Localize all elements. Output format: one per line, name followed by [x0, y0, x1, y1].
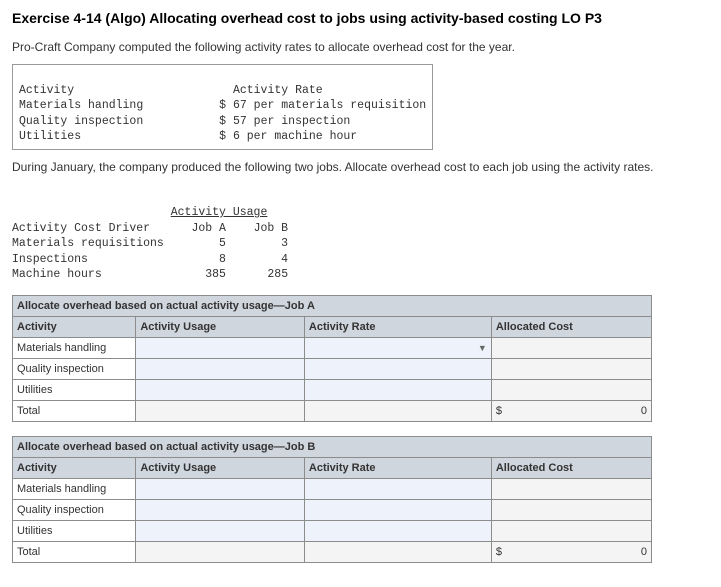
usage-input[interactable] [136, 478, 305, 499]
activity-rate-table: Activity Activity Rate Materials handlin… [12, 64, 433, 150]
ws-header-activity: Activity [13, 457, 136, 478]
worksheet-job-b: Allocate overhead based on actual activi… [12, 436, 652, 563]
ws-header-cost: Allocated Cost [491, 457, 651, 478]
ws-header-rate: Activity Rate [304, 457, 491, 478]
ws-header-rate: Activity Rate [304, 316, 491, 337]
usage-header-jobb: Job B [254, 222, 289, 235]
mid-text: During January, the company produced the… [12, 160, 709, 174]
usage-row-a: 8 [219, 253, 226, 266]
usage-row-driver: Machine hours [12, 268, 102, 281]
usage-input[interactable] [136, 499, 305, 520]
locked-cell [304, 541, 491, 562]
usage-input[interactable] [136, 379, 305, 400]
rate-row-rate: $ 57 per inspection [219, 115, 350, 128]
ws-header-usage: Activity Usage [136, 316, 305, 337]
usage-input[interactable] [136, 358, 305, 379]
ws-row-label: Total [13, 400, 136, 421]
ws-header-cost: Allocated Cost [491, 316, 651, 337]
cost-cell [491, 478, 651, 499]
usage-row-driver: Inspections [12, 253, 88, 266]
cost-cell [491, 520, 651, 541]
locked-cell [136, 400, 305, 421]
usage-input[interactable] [136, 337, 305, 358]
ws-row-label: Quality inspection [13, 358, 136, 379]
ws-row-label: Materials handling [13, 478, 136, 499]
currency-symbol: $ [496, 405, 502, 417]
usage-group-header: Activity Usage [171, 206, 268, 219]
usage-row-b: 285 [267, 268, 288, 281]
rate-input[interactable]: ▼ [304, 337, 491, 358]
rate-row-name: Utilities [19, 130, 81, 143]
cost-cell [491, 499, 651, 520]
chevron-down-icon[interactable]: ▼ [478, 343, 487, 353]
rate-input[interactable] [304, 478, 491, 499]
activity-usage-table: Activity Usage Activity Cost Driver Job … [12, 190, 288, 283]
ws-b-title: Allocate overhead based on actual activi… [13, 436, 652, 457]
worksheet-job-a: Allocate overhead based on actual activi… [12, 295, 652, 422]
rate-row-rate: $ 67 per materials requisition [219, 99, 426, 112]
rate-input[interactable] [304, 520, 491, 541]
intro-text: Pro-Craft Company computed the following… [12, 40, 709, 54]
rate-header-rate: Activity Rate [233, 84, 323, 97]
page-title: Exercise 4-14 (Algo) Allocating overhead… [12, 10, 709, 26]
cost-cell [491, 337, 651, 358]
total-cost-cell: $ 0 [491, 541, 651, 562]
usage-header-driver: Activity Cost Driver [12, 222, 150, 235]
usage-input[interactable] [136, 520, 305, 541]
rate-input[interactable] [304, 379, 491, 400]
usage-row-a: 385 [205, 268, 226, 281]
ws-row-label: Materials handling [13, 337, 136, 358]
ws-row-label: Utilities [13, 520, 136, 541]
usage-row-b: 3 [281, 237, 288, 250]
cost-cell [491, 358, 651, 379]
rate-input[interactable] [304, 499, 491, 520]
ws-row-label: Total [13, 541, 136, 562]
locked-cell [136, 541, 305, 562]
cost-cell [491, 379, 651, 400]
ws-header-usage: Activity Usage [136, 457, 305, 478]
ws-header-activity: Activity [13, 316, 136, 337]
total-value: 0 [641, 405, 647, 417]
locked-cell [304, 400, 491, 421]
total-cost-cell: $ 0 [491, 400, 651, 421]
ws-row-label: Quality inspection [13, 499, 136, 520]
rate-input[interactable] [304, 358, 491, 379]
rate-header-activity: Activity [19, 84, 74, 97]
ws-a-title: Allocate overhead based on actual activi… [13, 295, 652, 316]
rate-row-rate: $ 6 per machine hour [212, 130, 357, 143]
usage-row-driver: Materials requisitions [12, 237, 164, 250]
usage-row-b: 4 [281, 253, 288, 266]
usage-row-a: 5 [219, 237, 226, 250]
rate-row-name: Materials handling [19, 99, 143, 112]
total-value: 0 [641, 546, 647, 558]
usage-header-joba: Job A [191, 222, 226, 235]
rate-row-name: Quality inspection [19, 115, 143, 128]
ws-row-label: Utilities [13, 379, 136, 400]
currency-symbol: $ [496, 546, 502, 558]
